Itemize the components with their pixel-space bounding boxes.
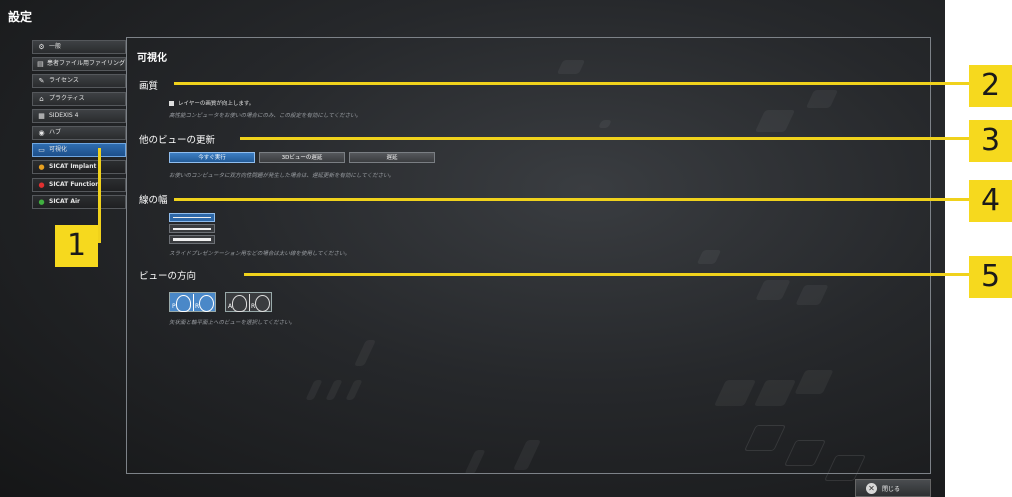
sidebar-item-label: SICAT Air <box>49 197 80 205</box>
sidebar-item-label: 患者ファイル用ファイリング <box>46 60 125 68</box>
callout-3-line <box>240 137 969 140</box>
head-profile-icon <box>176 295 191 312</box>
filing-icon: ▤ <box>37 60 44 69</box>
head-axial-icon <box>199 295 214 312</box>
orientation-hint: 矢状面と軸平面上へのビューを選択してください。 <box>169 320 296 326</box>
orientation-pr-option[interactable]: P R <box>169 292 216 312</box>
line-width-thick-option[interactable] <box>169 235 215 244</box>
close-button[interactable]: ✕ 閉じる <box>855 479 931 497</box>
orientation-ar-option[interactable]: A R <box>225 292 272 312</box>
line-width-thin-option[interactable] <box>169 213 215 222</box>
license-icon: ✎ <box>38 77 45 86</box>
quality-checkbox-row[interactable]: レイヤーの画質が向上します。 <box>169 99 254 107</box>
sidebar-item-sicat-function[interactable]: ● SICAT Function <box>32 177 126 192</box>
update-delay-3d-button[interactable]: 3Dビューの遅延 <box>259 152 345 163</box>
air-icon: ● <box>38 197 45 206</box>
implant-icon: ● <box>38 163 45 172</box>
head-profile-icon <box>232 295 247 312</box>
line-width-heading: 線の幅 <box>139 195 168 206</box>
panel-title: 可視化 <box>137 53 167 64</box>
visualization-panel: 可視化 画質 レイヤーの画質が向上します。 高性能コンピュータをお使いの場合にの… <box>126 37 931 474</box>
sidebar-item-sicat-implant[interactable]: ● SICAT Implant <box>32 160 126 175</box>
callout-4-badge: 4 <box>969 180 1012 222</box>
sidebar-item-label: SICAT Function <box>49 180 100 188</box>
sidebar-item-practice[interactable]: ⌂ プラクティス <box>32 91 126 106</box>
function-icon: ● <box>38 180 45 189</box>
sidebar-item-label: プラクティス <box>49 94 85 102</box>
sidebar-item-label: ハブ <box>49 128 62 136</box>
sidebar-item-hub[interactable]: ◉ ハブ <box>32 125 126 140</box>
update-heading: 他のビューの更新 <box>139 135 216 146</box>
update-hint: お使いのコンピュータに双方向性問題が発生した場合は、遅延更新を有効にしてください… <box>169 173 395 179</box>
sidebar-item-filing[interactable]: ▤ 患者ファイル用ファイリング <box>32 57 126 72</box>
sidebar-item-label: SIDEXIS 4 <box>49 111 79 119</box>
sidebar-item-label: ライセンス <box>49 77 79 85</box>
orientation-heading: ビューの方向 <box>139 271 197 282</box>
sidebar-item-general[interactable]: ⚙ 一般 <box>32 40 126 54</box>
close-button-label: 閉じる <box>882 485 901 493</box>
sidebar: ⚙ 一般 ▤ 患者ファイル用ファイリング ✎ ライセンス ⌂ プラクティス ▦ … <box>32 40 126 212</box>
sidebar-item-sidexis[interactable]: ▦ SIDEXIS 4 <box>32 108 126 123</box>
sidebar-item-label: SICAT Implant <box>49 163 97 171</box>
hub-icon: ◉ <box>38 128 45 137</box>
update-delay-button[interactable]: 遅延 <box>349 152 435 163</box>
sidebar-item-license[interactable]: ✎ ライセンス <box>32 74 126 89</box>
callout-2-line <box>174 82 969 85</box>
quality-checkbox[interactable] <box>169 100 174 106</box>
gear-icon: ⚙ <box>38 43 45 51</box>
quality-heading: 画質 <box>139 81 159 92</box>
callout-1-line <box>98 148 101 243</box>
home-icon: ⌂ <box>39 94 44 103</box>
line-width-medium-option[interactable] <box>169 224 215 233</box>
sidexis-icon: ▦ <box>38 111 45 120</box>
update-now-button[interactable]: 今すぐ実行 <box>169 152 255 163</box>
callout-2-badge: 2 <box>969 65 1012 107</box>
monitor-icon: ▭ <box>38 146 45 155</box>
callout-5-line <box>244 273 969 276</box>
sidebar-item-label: 可視化 <box>49 146 68 154</box>
window-title: 設定 <box>8 10 33 24</box>
sidebar-item-sicat-air[interactable]: ● SICAT Air <box>32 194 126 209</box>
callout-4-line <box>174 198 969 201</box>
close-icon: ✕ <box>866 482 877 494</box>
sidebar-item-visualization[interactable]: ▭ 可視化 <box>32 143 126 158</box>
sidebar-item-label: 一般 <box>49 43 62 50</box>
settings-window: 設定 ⚙ 一般 ▤ 患者ファイル用ファイリング ✎ ライセンス ⌂ プラクティス… <box>0 0 945 497</box>
callout-5-badge: 5 <box>969 256 1012 298</box>
head-axial-icon <box>255 295 270 312</box>
quality-hint: 高性能コンピュータをお使いの場合にのみ、この設定を有効にしてください。 <box>169 113 362 119</box>
callout-3-badge: 3 <box>969 120 1012 162</box>
quality-checkbox-label: レイヤーの画質が向上します。 <box>178 101 255 107</box>
line-width-hint: スライドプレゼンテーション用などの場合は太い線を使用してください。 <box>169 251 351 257</box>
callout-1-badge: 1 <box>55 225 98 267</box>
